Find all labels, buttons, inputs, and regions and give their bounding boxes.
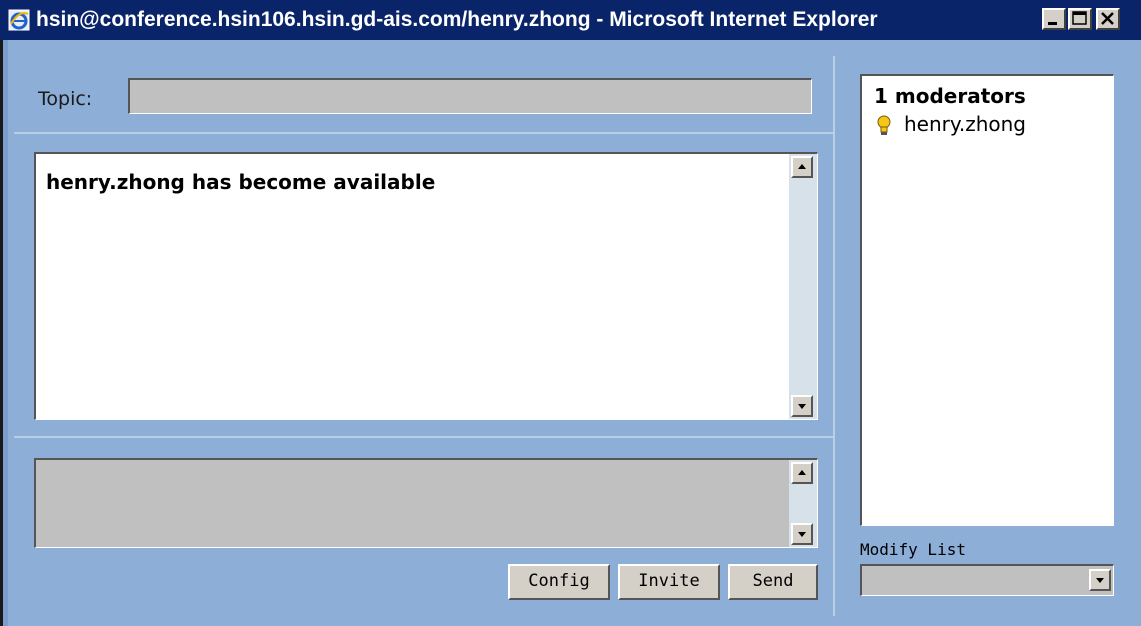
- window-title: hsin@conference.hsin106.hsin.gd-ais.com/…: [36, 8, 878, 31]
- moderators-list[interactable]: 1 moderators henry.zhong: [860, 74, 1114, 526]
- title-bar[interactable]: hsin@conference.hsin106.hsin.gd-ais.com/…: [0, 0, 1141, 40]
- log-message: henry.zhong has become available: [46, 170, 436, 194]
- arrow-down-icon: [798, 532, 806, 537]
- chevron-down-icon: [1096, 578, 1104, 583]
- maximize-icon: [1072, 11, 1087, 25]
- maximize-button[interactable]: [1068, 8, 1092, 30]
- minimize-button[interactable]: [1042, 8, 1066, 30]
- scroll-down-button[interactable]: [791, 523, 813, 545]
- scroll-down-button[interactable]: [791, 395, 813, 417]
- internet-explorer-icon: [8, 9, 30, 31]
- topic-field[interactable]: [128, 78, 812, 114]
- arrow-up-icon: [798, 164, 806, 169]
- modify-list-label: Modify List: [860, 540, 966, 559]
- send-button[interactable]: Send: [728, 564, 818, 600]
- window-body: Topic: henry.zhong has become available …: [0, 40, 1141, 626]
- moderators-heading: 1 moderators: [874, 84, 1026, 108]
- compose-scrollbar[interactable]: [789, 460, 817, 547]
- log-divider[interactable]: [14, 436, 834, 438]
- topic-label: Topic:: [38, 88, 93, 110]
- message-input[interactable]: [34, 458, 818, 548]
- lightbulb-icon: [877, 115, 891, 135]
- window-border: [0, 40, 8, 626]
- invite-button[interactable]: Invite: [618, 564, 720, 600]
- minimize-icon: [1048, 22, 1057, 25]
- panel-divider[interactable]: [833, 56, 835, 616]
- close-icon: [1101, 12, 1114, 25]
- topic-divider: [14, 132, 834, 134]
- dropdown-button[interactable]: [1089, 569, 1111, 591]
- config-button[interactable]: Config: [508, 564, 610, 600]
- arrow-down-icon: [798, 404, 806, 409]
- modify-list-select[interactable]: [860, 564, 1114, 596]
- arrow-up-icon: [798, 470, 806, 475]
- message-log[interactable]: henry.zhong has become available: [34, 152, 818, 420]
- scroll-up-button[interactable]: [791, 156, 813, 178]
- close-button[interactable]: [1096, 8, 1120, 30]
- log-scrollbar[interactable]: [789, 154, 817, 419]
- moderator-name: henry.zhong: [904, 112, 1027, 136]
- scroll-up-button[interactable]: [791, 462, 813, 484]
